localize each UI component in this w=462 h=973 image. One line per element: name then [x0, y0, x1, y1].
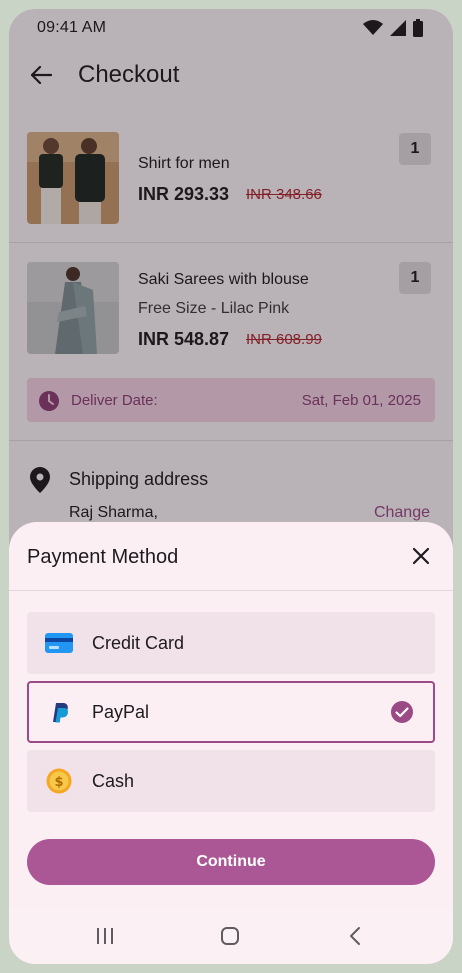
cash-coin-icon: $: [45, 768, 73, 794]
chevron-left-icon: [350, 927, 360, 945]
system-back-button[interactable]: [343, 924, 367, 948]
credit-card-icon: [45, 631, 73, 655]
payment-option-paypal[interactable]: PayPal: [27, 681, 435, 743]
continue-button[interactable]: Continue: [27, 839, 435, 885]
paypal-icon: [45, 700, 73, 724]
payment-option-label: Credit Card: [92, 633, 185, 653]
divider: [9, 590, 453, 591]
recent-apps-icon: [97, 928, 113, 944]
close-icon: [412, 547, 430, 565]
home-icon: [221, 927, 239, 945]
payment-method-sheet: Payment Method Credit Card PayPal $ Cash…: [9, 522, 453, 908]
system-navigation-bar: [9, 908, 453, 964]
payment-option-cash[interactable]: $ Cash: [27, 750, 435, 812]
home-button[interactable]: [218, 924, 242, 948]
screen: 09:41 AM Checkout Shirt for men INR 293.…: [9, 9, 453, 964]
sheet-title: Payment Method: [27, 546, 179, 568]
payment-option-label: Cash: [92, 771, 135, 791]
close-button[interactable]: [409, 544, 433, 568]
payment-option-label: PayPal: [92, 702, 150, 722]
phone-frame: 09:41 AM Checkout Shirt for men INR 293.…: [0, 0, 462, 973]
check-circle-icon: [391, 701, 413, 723]
payment-option-credit-card[interactable]: Credit Card: [27, 612, 435, 674]
svg-text:$: $: [54, 775, 63, 790]
recent-apps-button[interactable]: [93, 924, 117, 948]
